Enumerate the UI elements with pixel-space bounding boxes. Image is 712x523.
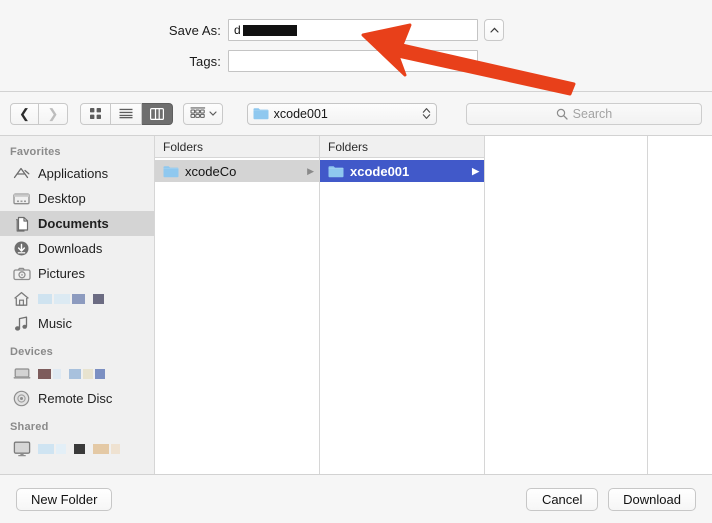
folder-icon [163,165,179,177]
new-folder-button[interactable]: New Folder [16,487,113,511]
sidebar-item-pictures[interactable]: Pictures [0,261,154,286]
sidebar: Favorites Applications Desktop Documents… [0,136,155,474]
list-view-button[interactable] [111,102,142,125]
sidebar-item-desktop[interactable]: Desktop [0,186,154,211]
chevron-up-icon [489,27,499,33]
column-header: Folders [155,136,319,158]
toolbar: ❮ ❯ xcode001 Search [0,92,712,136]
sidebar-item-label: Downloads [38,241,103,256]
sidebar-section-shared-title: Shared [10,421,49,433]
table-row[interactable]: xcode001 ▶ [320,160,484,182]
sidebar-item-remote-disc[interactable]: Remote Disc [0,386,154,411]
navigation-buttons: ❮ ❯ [10,102,68,125]
redacted-label [38,368,105,379]
column-header: Folders [320,136,484,158]
sidebar-section-devices-title: Devices [10,346,53,358]
path-label: xcode001 [273,106,328,121]
save-as-label: Save As: [168,22,221,38]
dialog-header: Save As: d Tags: [0,0,712,92]
disc-icon [12,390,31,407]
pictures-icon [12,265,31,282]
sidebar-item-label: Desktop [38,191,86,206]
save-dialog: Save As: d Tags: ❮ ❯ xcode001 Search Fav… [0,0,712,523]
browser-column-1: Folders xcodeCo ▶ [155,136,320,474]
save-as-input[interactable]: d [228,19,478,41]
sidebar-item-device[interactable] [0,361,154,386]
group-items-icon [190,107,205,118]
save-as-value: d [234,23,241,37]
search-input[interactable]: Search [465,102,702,125]
browser-column-2: Folders xcode001 ▶ [320,136,485,474]
redacted-label [38,293,104,304]
sidebar-item-shared[interactable] [0,436,154,461]
desktop-icon [12,190,31,207]
sidebar-item-label: Documents [38,216,109,231]
sidebar-item-downloads[interactable]: Downloads [0,236,154,261]
sidebar-item-label: Applications [38,166,109,181]
column-header [485,136,647,158]
dialog-footer: New Folder Cancel Download [0,475,712,523]
column-list: xcode001 ▶ [320,158,484,474]
documents-icon [12,215,31,232]
browser-column-4 [648,136,712,474]
disclosure-triangle-icon: ▶ [307,165,314,176]
expand-button[interactable] [484,19,504,41]
downloads-icon [12,240,31,257]
search-icon [556,108,568,120]
column-list [485,158,647,474]
disclosure-triangle-icon: ▶ [472,165,479,176]
laptop-icon [12,365,31,382]
tags-label: Tags: [189,53,221,69]
chevron-right-icon: ❯ [47,106,59,121]
browser-column-3 [485,136,648,474]
search-placeholder: Search [572,106,613,121]
tags-row: Tags: [0,50,712,72]
sidebar-item-documents[interactable]: Documents [0,211,154,236]
column-browser: Folders xcodeCo ▶ Folders xcode001 ▶ [155,136,712,474]
column-list: xcodeCo ▶ [155,158,319,474]
redaction-bar [242,24,297,36]
dialog-body: Favorites Applications Desktop Documents… [0,136,712,475]
path-popup-button[interactable]: xcode001 [246,102,437,125]
music-icon [12,315,31,332]
forward-button[interactable]: ❯ [39,102,68,125]
sidebar-item-label: Remote Disc [38,391,113,406]
list-view-icon [119,108,133,119]
file-name: xcode001 [350,163,410,179]
save-as-row: Save As: d [0,19,712,41]
table-row[interactable]: xcodeCo ▶ [155,160,319,182]
sidebar-section-favorites-title: Favorites [10,146,61,158]
redacted-label [38,443,120,454]
file-name: xcodeCo [185,163,237,179]
sidebar-item-label: Pictures [38,266,85,281]
chevron-left-icon: ❮ [19,106,30,121]
column-list [648,158,712,474]
back-button[interactable]: ❮ [10,102,39,125]
download-button[interactable]: Download [608,487,696,511]
group-items-button[interactable] [183,102,223,125]
applications-icon [12,165,31,182]
icon-view-icon [90,108,101,119]
sidebar-item-applications[interactable]: Applications [0,161,154,186]
cancel-button[interactable]: Cancel [526,487,599,511]
folder-icon [328,165,344,177]
tags-input[interactable] [228,50,478,72]
chevron-down-icon [208,111,217,116]
footer-actions: Cancel Download [526,487,696,511]
column-view-icon [150,107,164,120]
column-header [648,136,712,158]
up-down-stepper-icon [422,107,431,120]
view-mode-buttons [80,102,173,125]
sidebar-item-music[interactable]: Music [0,311,154,336]
folder-icon [253,108,269,120]
column-view-button[interactable] [142,102,173,125]
display-icon [12,440,31,457]
sidebar-item-label: Music [38,316,72,331]
home-icon [12,290,31,307]
sidebar-item-home[interactable] [0,286,154,311]
icon-view-button[interactable] [80,102,111,125]
